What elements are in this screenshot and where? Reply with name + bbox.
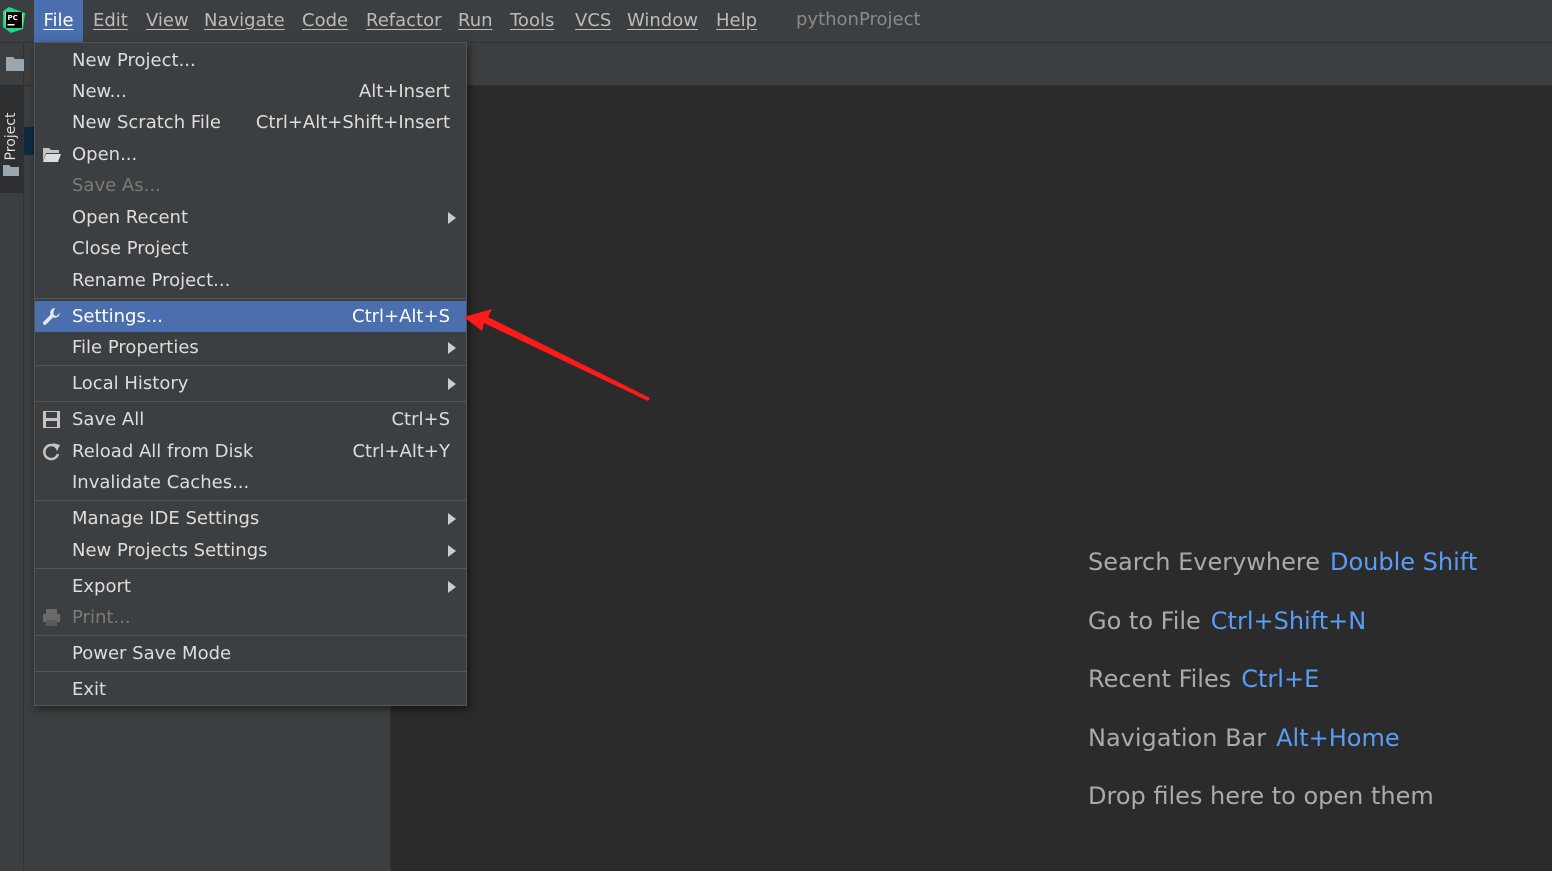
menu-item-label: Manage IDE Settings bbox=[72, 508, 260, 529]
menu-item-invalidate-caches[interactable]: Invalidate Caches... bbox=[35, 467, 466, 498]
hint-drop-files: Drop files here to open them bbox=[1088, 782, 1434, 810]
menu-item-label: Open Recent bbox=[72, 207, 189, 228]
menu-item-label: New Project... bbox=[72, 50, 196, 71]
menu-item-label: Save As... bbox=[72, 175, 161, 196]
menu-navigate[interactable]: Navigate bbox=[204, 0, 285, 42]
menu-item-label: Reload All from Disk bbox=[72, 441, 254, 462]
menu-item-label: Save All bbox=[72, 409, 145, 430]
submenu-arrow-icon bbox=[448, 378, 456, 390]
menu-item-print[interactable]: Print... bbox=[35, 602, 466, 633]
hint-recent-files: Recent Files Ctrl+E bbox=[1088, 665, 1319, 693]
menu-item-label: Close Project bbox=[72, 238, 189, 259]
submenu-arrow-icon bbox=[448, 212, 456, 224]
submenu-arrow-icon bbox=[448, 342, 456, 354]
menu-item-label: Print... bbox=[72, 607, 131, 628]
hint-text: Navigation Bar bbox=[1088, 724, 1267, 752]
menu-item-new[interactable]: New... Alt+Insert bbox=[35, 76, 466, 107]
folder-icon bbox=[3, 165, 19, 176]
menu-item-reload-all-from-disk[interactable]: Reload All from Disk Ctrl+Alt+Y bbox=[35, 436, 466, 467]
hint-go-to-file: Go to File Ctrl+Shift+N bbox=[1088, 607, 1366, 635]
hint-shortcut: Ctrl+E bbox=[1241, 665, 1320, 693]
menu-window[interactable]: Window bbox=[627, 0, 698, 42]
menu-item-label: Exit bbox=[72, 679, 107, 700]
left-tool-stripe: Project bbox=[0, 43, 26, 871]
menu-item-shortcut: Ctrl+Alt+S bbox=[352, 306, 450, 327]
menu-refactor[interactable]: Refactor bbox=[366, 0, 442, 42]
menu-item-label: Settings... bbox=[72, 306, 163, 327]
menu-item-local-history[interactable]: Local History bbox=[35, 368, 466, 399]
menu-item-new-scratch-file[interactable]: New Scratch File Ctrl+Alt+Shift+Insert bbox=[35, 107, 466, 138]
submenu-arrow-icon bbox=[448, 581, 456, 593]
menu-code[interactable]: Code bbox=[302, 0, 348, 42]
menu-separator bbox=[35, 365, 466, 366]
menu-tools[interactable]: Tools bbox=[510, 0, 554, 42]
file-menu-dropdown: New Project... New... Alt+Insert New Scr… bbox=[34, 42, 467, 706]
menu-separator bbox=[35, 671, 466, 672]
editor-empty-area[interactable] bbox=[391, 86, 1552, 871]
main-menubar: PC File Edit View Navigate Code Refactor… bbox=[0, 0, 1552, 43]
menu-item-shortcut: Ctrl+Alt+Y bbox=[352, 441, 450, 462]
menu-item-open[interactable]: Open... bbox=[35, 139, 466, 170]
menu-item-new-project[interactable]: New Project... bbox=[35, 45, 466, 76]
hint-search-everywhere: Search Everywhere Double Shift bbox=[1088, 548, 1477, 576]
menu-item-label: Rename Project... bbox=[72, 270, 231, 291]
reload-icon bbox=[43, 443, 60, 461]
menu-item-close-project[interactable]: Close Project bbox=[35, 233, 466, 264]
menu-separator bbox=[35, 500, 466, 501]
svg-text:PC: PC bbox=[8, 14, 18, 22]
menu-separator bbox=[35, 568, 466, 569]
menu-item-file-properties[interactable]: File Properties bbox=[35, 332, 466, 363]
menu-item-label: New... bbox=[72, 81, 127, 102]
window-title-project-name: pythonProject bbox=[796, 9, 921, 30]
menu-item-shortcut: Alt+Insert bbox=[358, 81, 450, 102]
wrench-icon bbox=[42, 308, 60, 325]
menu-separator bbox=[35, 298, 466, 299]
menu-item-shortcut: Ctrl+S bbox=[391, 409, 450, 430]
menu-item-label: New Projects Settings bbox=[72, 540, 268, 561]
menu-item-rename-project[interactable]: Rename Project... bbox=[35, 265, 466, 296]
menu-item-shortcut: Ctrl+Alt+Shift+Insert bbox=[255, 112, 450, 133]
menu-item-export[interactable]: Export bbox=[35, 571, 466, 602]
menu-item-label: New Scratch File bbox=[72, 112, 221, 133]
hint-text: Recent Files bbox=[1088, 665, 1232, 693]
menu-item-label: Local History bbox=[72, 373, 189, 394]
hint-text: Search Everywhere bbox=[1088, 548, 1320, 576]
hint-navigation-bar: Navigation Bar Alt+Home bbox=[1088, 724, 1400, 752]
menu-item-label: Invalidate Caches... bbox=[72, 472, 250, 493]
save-icon bbox=[43, 411, 60, 428]
submenu-arrow-icon bbox=[448, 513, 456, 525]
menu-separator bbox=[35, 635, 466, 636]
annotation-arrow-icon bbox=[464, 309, 650, 401]
menu-item-open-recent[interactable]: Open Recent bbox=[35, 202, 466, 233]
hint-text: Go to File bbox=[1088, 607, 1201, 635]
submenu-arrow-icon bbox=[448, 545, 456, 557]
menu-separator bbox=[35, 401, 466, 402]
printer-icon bbox=[43, 609, 60, 626]
menu-item-new-projects-settings[interactable]: New Projects Settings bbox=[35, 535, 466, 566]
editor-tabs-bar bbox=[391, 43, 1552, 86]
hint-shortcut: Ctrl+Shift+N bbox=[1210, 607, 1367, 635]
menu-item-save-as[interactable]: Save As... bbox=[35, 170, 466, 201]
menu-item-exit[interactable]: Exit bbox=[35, 674, 466, 705]
menu-file[interactable]: File bbox=[34, 0, 83, 42]
pycharm-logo-icon[interactable]: PC bbox=[3, 7, 25, 33]
menu-vcs[interactable]: VCS bbox=[575, 0, 611, 42]
project-tool-window-tab[interactable]: Project bbox=[0, 85, 23, 193]
folder-open-icon bbox=[43, 148, 61, 162]
menu-item-power-save-mode[interactable]: Power Save Mode bbox=[35, 638, 466, 669]
hint-shortcut: Double Shift bbox=[1330, 548, 1478, 576]
menu-help[interactable]: Help bbox=[716, 0, 757, 42]
hint-text: Drop files here to open them bbox=[1088, 782, 1434, 810]
menu-item-label: Export bbox=[72, 576, 131, 597]
menu-item-save-all[interactable]: Save All Ctrl+S bbox=[35, 404, 466, 435]
hint-shortcut: Alt+Home bbox=[1276, 724, 1400, 752]
menu-item-label: File Properties bbox=[72, 337, 199, 358]
menu-item-settings[interactable]: Settings... Ctrl+Alt+S bbox=[35, 301, 466, 332]
menu-item-manage-ide-settings[interactable]: Manage IDE Settings bbox=[35, 503, 466, 534]
menu-item-label: Open... bbox=[72, 144, 138, 165]
menu-view[interactable]: View bbox=[146, 0, 189, 42]
menu-item-label: Power Save Mode bbox=[72, 643, 232, 664]
menu-run[interactable]: Run bbox=[458, 0, 493, 42]
menu-edit[interactable]: Edit bbox=[93, 0, 128, 42]
